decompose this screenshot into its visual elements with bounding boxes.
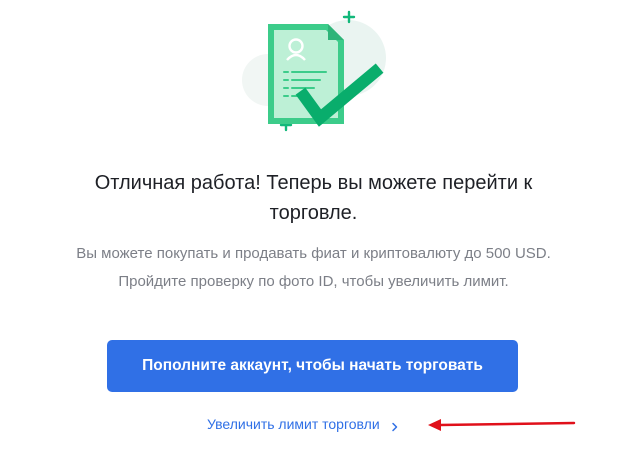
description-line-2: Пройдите проверку по фото ID, чтобы увел… <box>118 273 509 290</box>
red-arrow-icon <box>426 414 576 434</box>
description-line-1: Вы можете покупать и продавать фиат и кр… <box>76 245 551 262</box>
page-title: Отличная работа! Теперь вы можете перейт… <box>20 168 607 228</box>
document-verified-icon <box>228 8 398 138</box>
description-text: Вы можете покупать и продавать фиат и кр… <box>10 240 617 296</box>
title-line-1: Отличная работа! Теперь вы можете перейт… <box>94 172 533 194</box>
deposit-button[interactable]: Пополните аккаунт, чтобы начать торговат… <box>107 340 518 392</box>
chevron-right-icon <box>390 419 400 432</box>
increase-limit-label: Увеличить лимит торговли <box>207 416 380 432</box>
increase-limit-link[interactable]: Увеличить лимит торговли <box>207 413 400 435</box>
title-line-2: торговле. <box>269 202 358 224</box>
